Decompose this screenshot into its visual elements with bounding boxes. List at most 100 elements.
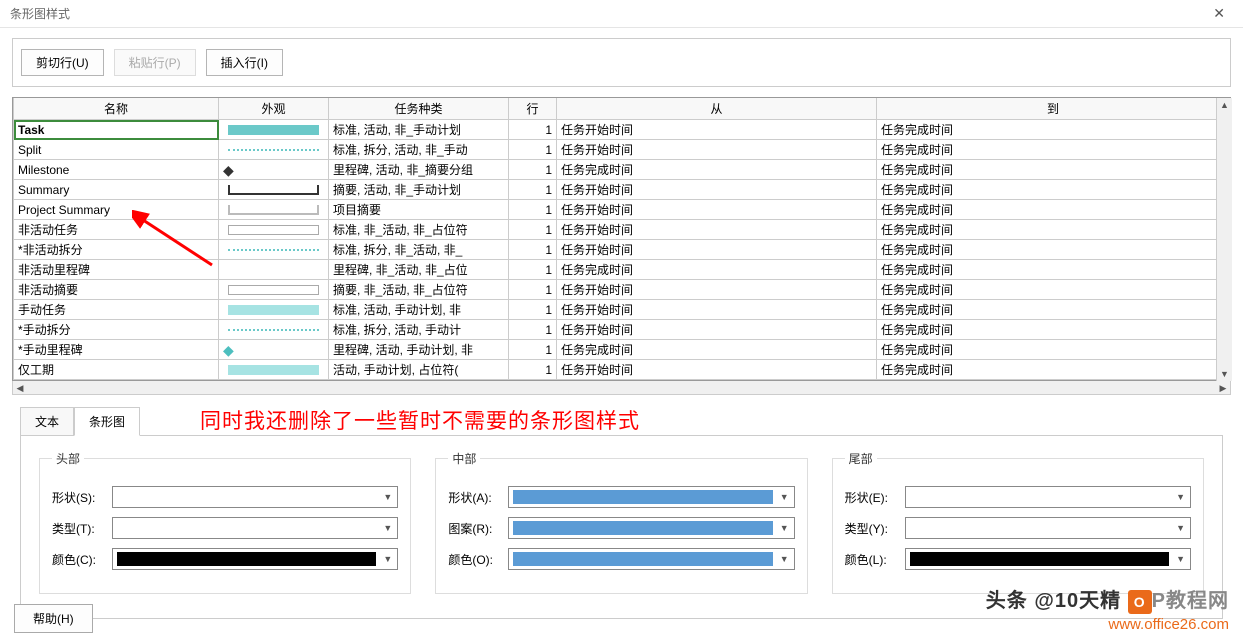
table-row[interactable]: 仅工期 活动, 手动计划, 占位符(1任务开始时间任务完成时间 <box>14 360 1230 380</box>
shape-a-select[interactable]: ▼ <box>508 486 794 508</box>
cell-name[interactable]: *手动拆分 <box>14 320 219 340</box>
scroll-left-icon[interactable]: ◀ <box>13 381 27 395</box>
cell-to[interactable]: 任务完成时间 <box>877 160 1230 180</box>
table-row[interactable]: *非活动拆分 标准, 拆分, 非_活动, 非_1任务开始时间任务完成时间 <box>14 240 1230 260</box>
color-o-select[interactable]: ▼ <box>508 548 794 570</box>
cell-to[interactable]: 任务完成时间 <box>877 300 1230 320</box>
horizontal-scrollbar[interactable]: ◀ ▶ <box>12 381 1231 395</box>
cell-appearance[interactable] <box>219 180 329 200</box>
table-row[interactable]: *手动拆分 标准, 拆分, 活动, 手动计1任务开始时间任务完成时间 <box>14 320 1230 340</box>
cell-appearance[interactable] <box>219 320 329 340</box>
cell-appearance[interactable] <box>219 200 329 220</box>
vertical-scrollbar[interactable]: ▲ ▼ <box>1216 98 1232 381</box>
cell-row[interactable]: 1 <box>509 320 557 340</box>
cell-name[interactable]: 仅工期 <box>14 360 219 380</box>
shape-e-select[interactable]: ▼ <box>905 486 1191 508</box>
cell-to[interactable]: 任务完成时间 <box>877 200 1230 220</box>
cell-tasktype[interactable]: 标准, 非_活动, 非_占位符 <box>329 220 509 240</box>
shape-s-select[interactable]: ▼ <box>112 486 398 508</box>
cell-row[interactable]: 1 <box>509 120 557 140</box>
cell-tasktype[interactable]: 里程碑, 非_活动, 非_占位 <box>329 260 509 280</box>
type-t-select[interactable]: ▼ <box>112 517 398 539</box>
col-from[interactable]: 从 <box>557 98 877 120</box>
cell-appearance[interactable] <box>219 300 329 320</box>
cell-row[interactable]: 1 <box>509 260 557 280</box>
cell-tasktype[interactable]: 摘要, 非_活动, 非_占位符 <box>329 280 509 300</box>
cell-tasktype[interactable]: 标准, 拆分, 活动, 非_手动 <box>329 140 509 160</box>
cell-from[interactable]: 任务完成时间 <box>557 160 877 180</box>
cell-from[interactable]: 任务开始时间 <box>557 140 877 160</box>
cell-from[interactable]: 任务完成时间 <box>557 340 877 360</box>
tab-bar[interactable]: 条形图 <box>74 407 140 436</box>
cell-appearance[interactable] <box>219 140 329 160</box>
cell-from[interactable]: 任务开始时间 <box>557 200 877 220</box>
table-row[interactable]: 非活动摘要摘要, 非_活动, 非_占位符1任务开始时间任务完成时间 <box>14 280 1230 300</box>
cell-name[interactable]: 非活动里程碑 <box>14 260 219 280</box>
color-l-select[interactable]: ▼ <box>905 548 1191 570</box>
scroll-up-icon[interactable]: ▲ <box>1217 98 1232 112</box>
cell-to[interactable]: 任务完成时间 <box>877 260 1230 280</box>
cell-name[interactable]: Split <box>14 140 219 160</box>
table-row[interactable]: 非活动任务标准, 非_活动, 非_占位符1任务开始时间任务完成时间 <box>14 220 1230 240</box>
cell-row[interactable]: 1 <box>509 300 557 320</box>
cell-name[interactable]: Summary <box>14 180 219 200</box>
cell-tasktype[interactable]: 标准, 活动, 非_手动计划 <box>329 120 509 140</box>
cell-appearance[interactable] <box>219 240 329 260</box>
cell-appearance[interactable]: ◆ <box>219 340 329 360</box>
cell-appearance[interactable] <box>219 220 329 240</box>
cell-to[interactable]: 任务完成时间 <box>877 240 1230 260</box>
table-row[interactable]: Summary摘要, 活动, 非_手动计划1任务开始时间任务完成时间 <box>14 180 1230 200</box>
cell-from[interactable]: 任务开始时间 <box>557 360 877 380</box>
cell-name[interactable]: Task <box>14 120 219 140</box>
cell-row[interactable]: 1 <box>509 200 557 220</box>
cell-row[interactable]: 1 <box>509 240 557 260</box>
cut-row-button[interactable]: 剪切行(U) <box>21 49 104 76</box>
cell-name[interactable]: 非活动摘要 <box>14 280 219 300</box>
col-appearance[interactable]: 外观 <box>219 98 329 120</box>
cell-name[interactable]: *非活动拆分 <box>14 240 219 260</box>
cell-from[interactable]: 任务开始时间 <box>557 180 877 200</box>
styles-table[interactable]: 名称 外观 任务种类 行 从 到 Task标准, 活动, 非_手动计划1任务开始… <box>12 97 1231 381</box>
cell-tasktype[interactable]: 标准, 拆分, 活动, 手动计 <box>329 320 509 340</box>
cell-tasktype[interactable]: 标准, 活动, 手动计划, 非 <box>329 300 509 320</box>
cell-row[interactable]: 1 <box>509 340 557 360</box>
cell-tasktype[interactable]: 标准, 拆分, 非_活动, 非_ <box>329 240 509 260</box>
cell-to[interactable]: 任务完成时间 <box>877 280 1230 300</box>
col-to[interactable]: 到 <box>877 98 1230 120</box>
table-row[interactable]: 非活动里程碑里程碑, 非_活动, 非_占位1任务完成时间任务完成时间 <box>14 260 1230 280</box>
cell-to[interactable]: 任务完成时间 <box>877 360 1230 380</box>
cell-appearance[interactable] <box>219 360 329 380</box>
cell-name[interactable]: 手动任务 <box>14 300 219 320</box>
close-icon[interactable]: ✕ <box>1205 3 1233 24</box>
cell-tasktype[interactable]: 摘要, 活动, 非_手动计划 <box>329 180 509 200</box>
cell-row[interactable]: 1 <box>509 360 557 380</box>
cell-row[interactable]: 1 <box>509 280 557 300</box>
col-row[interactable]: 行 <box>509 98 557 120</box>
cell-from[interactable]: 任务开始时间 <box>557 220 877 240</box>
table-row[interactable]: Split 标准, 拆分, 活动, 非_手动1任务开始时间任务完成时间 <box>14 140 1230 160</box>
pattern-r-select[interactable]: ▼ <box>508 517 794 539</box>
color-c-select[interactable]: ▼ <box>112 548 398 570</box>
cell-to[interactable]: 任务完成时间 <box>877 120 1230 140</box>
cell-to[interactable]: 任务完成时间 <box>877 220 1230 240</box>
cell-to[interactable]: 任务完成时间 <box>877 140 1230 160</box>
cell-from[interactable]: 任务完成时间 <box>557 260 877 280</box>
cell-appearance[interactable] <box>219 260 329 280</box>
table-row[interactable]: Milestone◆里程碑, 活动, 非_摘要分组1任务完成时间任务完成时间 <box>14 160 1230 180</box>
cell-appearance[interactable] <box>219 280 329 300</box>
cell-tasktype[interactable]: 活动, 手动计划, 占位符( <box>329 360 509 380</box>
table-row[interactable]: 手动任务标准, 活动, 手动计划, 非1任务开始时间任务完成时间 <box>14 300 1230 320</box>
col-name[interactable]: 名称 <box>14 98 219 120</box>
table-row[interactable]: Project Summary 项目摘要1任务开始时间任务完成时间 <box>14 200 1230 220</box>
table-row[interactable]: *手动里程碑◆里程碑, 活动, 手动计划, 非1任务完成时间任务完成时间 <box>14 340 1230 360</box>
cell-to[interactable]: 任务完成时间 <box>877 320 1230 340</box>
cell-from[interactable]: 任务开始时间 <box>557 320 877 340</box>
cell-name[interactable]: Project Summary <box>14 200 219 220</box>
cell-to[interactable]: 任务完成时间 <box>877 340 1230 360</box>
cell-from[interactable]: 任务开始时间 <box>557 240 877 260</box>
cell-row[interactable]: 1 <box>509 140 557 160</box>
cell-tasktype[interactable]: 项目摘要 <box>329 200 509 220</box>
cell-row[interactable]: 1 <box>509 180 557 200</box>
cell-name[interactable]: Milestone <box>14 160 219 180</box>
cell-tasktype[interactable]: 里程碑, 活动, 手动计划, 非 <box>329 340 509 360</box>
